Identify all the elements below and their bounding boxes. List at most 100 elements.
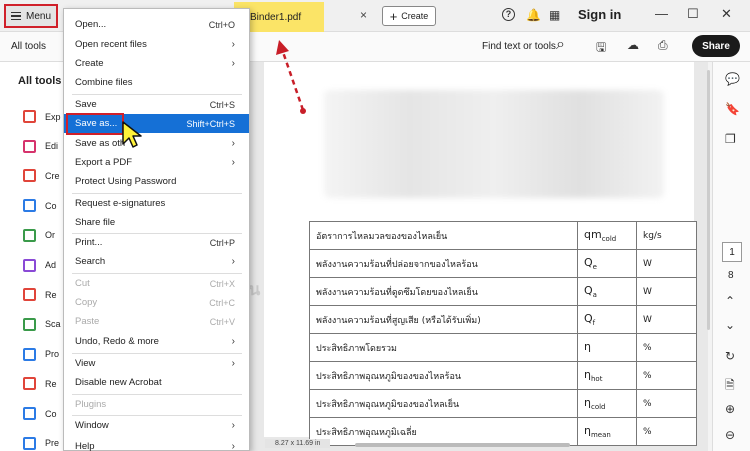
zoom-out-icon[interactable]: ⊖: [725, 428, 735, 442]
upload-icon[interactable]: ☁: [627, 38, 639, 52]
menu-item-undo-redo[interactable]: Undo, Redo & more ›: [64, 332, 249, 351]
menu-item-create[interactable]: Create ›: [64, 54, 249, 73]
create-tab-button[interactable]: + Create: [382, 6, 436, 26]
tool-item[interactable]: Co: [23, 407, 57, 420]
menu-item-label: Undo, Redo & more: [75, 336, 159, 347]
minimize-icon[interactable]: —: [655, 6, 668, 21]
tool-item[interactable]: Exp: [23, 110, 61, 123]
menu-item-view[interactable]: View ›: [64, 354, 249, 373]
symbol-cell: η: [577, 333, 637, 362]
menu-item-paste[interactable]: Paste Ctrl+V: [64, 312, 249, 331]
menu-item-save[interactable]: Save Ctrl+S: [64, 95, 249, 114]
tool-item[interactable]: Re: [23, 288, 57, 302]
page-up-icon[interactable]: ⌃: [725, 294, 735, 308]
menu-item-share-file[interactable]: Share file: [64, 213, 249, 232]
tool-icon: [23, 407, 36, 420]
menu-item-label: Protect Using Password: [75, 176, 177, 187]
shortcut-label: Ctrl+P: [209, 237, 235, 248]
document-table: อัตราการไหลมวลของของไหลเย็น qmcold kg/s พลั…: [309, 221, 697, 446]
comment-icon[interactable]: 💬: [725, 72, 740, 86]
tool-item[interactable]: Pre: [23, 436, 59, 450]
share-button[interactable]: Share: [692, 35, 740, 57]
chevron-right-icon: ›: [231, 358, 235, 369]
menu-item-request-esign[interactable]: Request e-signatures: [64, 194, 249, 213]
unit-cell: W: [636, 249, 697, 278]
table-row: พลังงานความร้อนที่ดูดซึมโดยของไหลเย็น Qa W: [309, 277, 697, 306]
chevron-right-icon: ›: [231, 441, 235, 451]
menu-item-export-pdf[interactable]: Export a PDF ›: [64, 153, 249, 172]
symbol: η: [584, 423, 591, 437]
search-icon[interactable]: ⌕: [556, 36, 565, 54]
symbol-subscript: mean: [590, 431, 611, 440]
find-text-or-tools[interactable]: Find text or tools: [482, 41, 556, 52]
tool-icon: [23, 169, 36, 183]
tool-item[interactable]: Re: [23, 377, 57, 391]
menu-item-label: Plugins: [75, 399, 107, 410]
menu-item-plugins[interactable]: Plugins: [64, 395, 249, 414]
menu-item-window[interactable]: Window ›: [64, 416, 249, 435]
tool-item[interactable]: Cre: [23, 169, 60, 183]
bell-icon[interactable]: 🔔: [526, 8, 541, 22]
tool-item[interactable]: Edi: [23, 139, 58, 153]
menu-item-save-as-other[interactable]: Save as oth ›: [64, 134, 249, 153]
apps-grid-icon[interactable]: ▦: [549, 8, 560, 22]
save-icon[interactable]: 🖫: [596, 38, 606, 59]
menu-item-open[interactable]: Open... Ctrl+O: [64, 15, 249, 34]
menu-item-save-as[interactable]: Save as... Shift+Ctrl+S: [64, 114, 249, 133]
horizontal-scrollbar[interactable]: [355, 443, 570, 447]
bookmark-icon[interactable]: 🔖: [725, 102, 740, 116]
right-rail: 💬 🔖 ❐ 1 8 ⌃ ⌄ ↻ 🗎 ⊕ ⊖: [712, 62, 750, 451]
table-row: ประสิทธิภาพอุณหภูมิของของไหลเย็น ηcold%: [309, 389, 697, 418]
quantity-cell: ประสิทธิภาพอุณหภูมิเฉลี่ย: [309, 417, 578, 446]
table-row: ประสิทธิภาพอุณหภูมิของของไหลร้อน ηhot%: [309, 361, 697, 390]
menu-item-cut[interactable]: Cut Ctrl+X: [64, 274, 249, 293]
sign-in-link[interactable]: Sign in: [578, 7, 621, 22]
vertical-scrollbar[interactable]: [707, 70, 710, 330]
page-number-input[interactable]: 1: [722, 242, 742, 262]
menu-item-label: Help: [75, 441, 95, 451]
close-window-icon[interactable]: ✕: [721, 6, 732, 22]
print-icon[interactable]: ⎙: [658, 38, 668, 53]
help-icon[interactable]: ?: [502, 8, 515, 21]
menu-item-search[interactable]: Search ›: [64, 252, 249, 271]
tab-close-icon[interactable]: ×: [360, 8, 367, 22]
tool-item[interactable]: Co: [23, 199, 57, 213]
menu-item-copy[interactable]: Copy Ctrl+C: [64, 293, 249, 312]
menu-item-protect[interactable]: Protect Using Password: [64, 172, 249, 191]
tool-icon: [23, 199, 36, 213]
menu-item-label: Search: [75, 256, 106, 267]
tool-item[interactable]: Sca: [23, 317, 61, 331]
symbol-cell: Qe: [577, 249, 637, 278]
tool-icon: [23, 436, 36, 450]
tool-icon: [23, 228, 36, 242]
tool-item[interactable]: Ad: [23, 258, 56, 272]
menu-button-label: Menu: [26, 10, 52, 22]
shortcut-label: Ctrl+C: [209, 297, 235, 308]
menu-item-print[interactable]: Print... Ctrl+P: [64, 233, 249, 252]
menu-item-label: Paste: [75, 316, 100, 327]
menu-item-label: Save: [75, 99, 97, 110]
pages-icon[interactable]: ❐: [725, 132, 736, 146]
maximize-icon[interactable]: ☐: [687, 6, 699, 22]
all-tools-tab[interactable]: All tools: [11, 41, 46, 52]
menu-item-combine[interactable]: Combine files: [64, 73, 249, 92]
rotate-icon[interactable]: ↻: [725, 349, 735, 363]
menu-item-label: Open...: [75, 19, 107, 30]
tool-item[interactable]: Or: [23, 228, 55, 242]
tool-item[interactable]: Pro: [23, 347, 59, 361]
document-tab-label: Binder1.pdf: [250, 11, 302, 23]
symbol-subscript: cold: [601, 235, 617, 244]
menu-button[interactable]: Menu: [4, 4, 58, 28]
zoom-in-icon[interactable]: ⊕: [725, 402, 735, 416]
document-icon[interactable]: 🗎: [725, 376, 735, 397]
menu-item-disable-new[interactable]: Disable new Acrobat: [64, 373, 249, 392]
symbol: Q: [584, 283, 593, 297]
menu-item-open-recent[interactable]: Open recent files ›: [64, 35, 249, 54]
symbol: qm: [584, 227, 602, 241]
all-tools-panel: All tools Exp Edi Cre Co Or Ad Re Sca Pro Re Co Pre: [0, 62, 64, 451]
page-down-icon[interactable]: ⌄: [725, 318, 735, 332]
chevron-right-icon: ›: [231, 256, 235, 267]
symbol-cell: ηmean: [577, 417, 637, 446]
menu-item-help[interactable]: Help ›: [64, 437, 249, 451]
tool-icon: [23, 258, 36, 272]
